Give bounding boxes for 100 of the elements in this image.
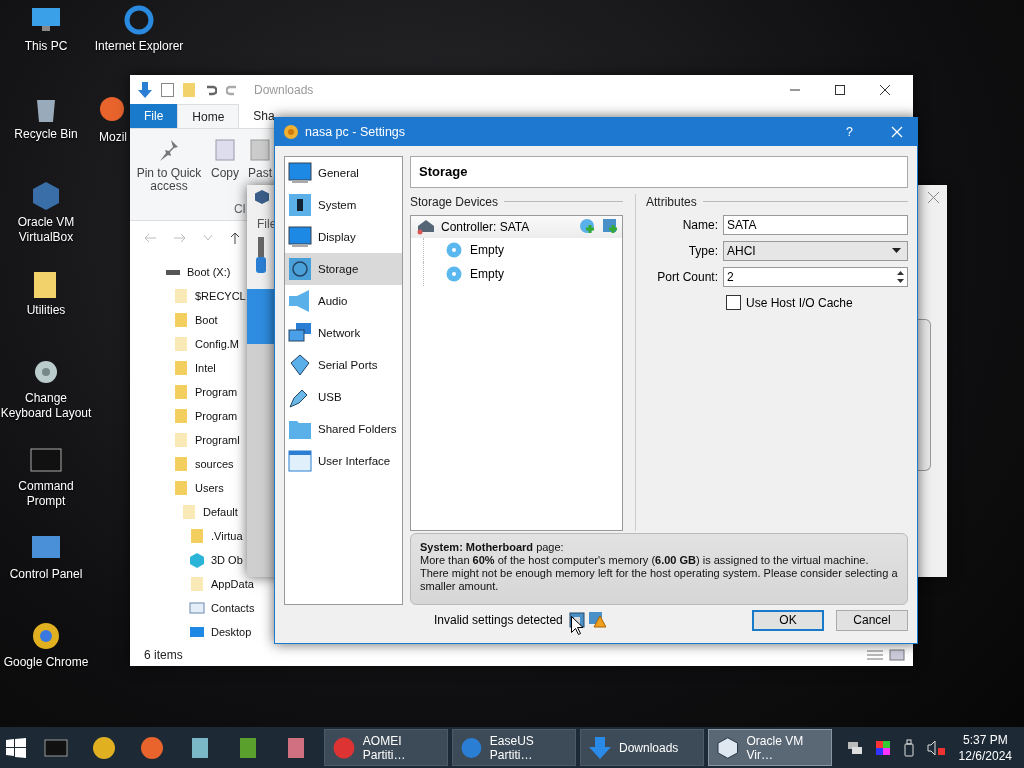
page-title: Storage [410, 156, 908, 188]
download-arrow-icon[interactable] [138, 81, 152, 98]
monitor-icon [288, 161, 312, 185]
type-dropdown[interactable]: AHCI [723, 240, 908, 261]
status-text: Invalid settings detected [434, 613, 563, 627]
desktop-icon-label[interactable]: Recycle Bin [14, 127, 78, 142]
section-item[interactable]: User Interface [285, 445, 402, 477]
tree-item[interactable]: Contacts [211, 602, 255, 615]
name-field[interactable]: SATA [723, 214, 908, 235]
tree-item[interactable]: Empty [470, 266, 504, 281]
cube-icon [255, 190, 269, 204]
windows-logo-icon[interactable] [6, 737, 26, 758]
tree-item[interactable]: Program [195, 386, 238, 399]
disc-icon [446, 241, 462, 258]
ribbon-button[interactable]: Pin to Quick access [134, 138, 204, 193]
desktop-icon-label[interactable]: This PC [24, 39, 68, 54]
undo-icon[interactable] [204, 83, 217, 96]
taskbar-button[interactable]: Oracle VM Vir… [708, 729, 832, 766]
section-item[interactable]: General [285, 157, 402, 189]
taskbar-button[interactable]: Downloads [580, 729, 704, 766]
clipboard-icon [250, 138, 270, 161]
maximize-icon[interactable] [834, 83, 846, 96]
desktop-icon-label[interactable]: Utilities [26, 303, 66, 318]
section-item[interactable]: Shared Folders [285, 413, 402, 445]
window-title: Downloads [254, 82, 314, 97]
spin-arrows-icon [896, 268, 905, 285]
up-arrow-icon[interactable] [230, 231, 240, 244]
copy-icon [215, 138, 235, 161]
cursor-icon [570, 616, 583, 635]
tree-item[interactable]: sources [195, 458, 234, 471]
monitor-icon [288, 225, 312, 249]
color-palette-icon[interactable] [874, 739, 891, 756]
group-label: Attributes [646, 194, 697, 209]
desktop-icon-label[interactable]: Oracle VM VirtualBox [0, 215, 92, 245]
pin-icon [159, 138, 179, 161]
window-icon [288, 449, 312, 473]
desktop-icon-label[interactable]: Change Keyboard Layout [0, 391, 92, 421]
usb-drive-icon[interactable] [902, 738, 915, 757]
port-count-spinbox[interactable]: 2 [723, 266, 908, 287]
message-heading: System: Motherboard page: [420, 541, 565, 555]
checkbox[interactable] [726, 295, 741, 311]
clock-time[interactable]: 5:37 PM [962, 731, 1008, 748]
desktop-icon-label[interactable]: Command Prompt [0, 479, 92, 509]
controller-icon [417, 218, 435, 235]
cube-icon[interactable] [30, 180, 62, 212]
tree-item[interactable]: AppData [211, 578, 254, 591]
tree-item[interactable]: Config.M [195, 338, 240, 351]
tree-item[interactable]: Desktop [211, 626, 252, 639]
tree-item[interactable]: Programl [195, 434, 240, 447]
tree-item[interactable]: 3D Ob [211, 554, 243, 567]
ribbon-button[interactable]: Past [248, 138, 272, 180]
close-icon[interactable] [879, 83, 891, 96]
section-item[interactable]: Serial Ports [285, 349, 402, 381]
ribbon-tab[interactable]: File [130, 104, 178, 128]
warning-triangle-icon[interactable] [588, 612, 606, 628]
desktop-icon-label[interactable]: Control Panel [9, 567, 83, 582]
desktop-icon-label[interactable]: Mozil [99, 130, 127, 145]
section-item[interactable]: Storage [285, 253, 402, 285]
ribbon-group-label: Cl [234, 201, 246, 216]
dialog-button[interactable]: Cancel [836, 609, 908, 631]
network-icon [288, 321, 312, 345]
tree-item[interactable]: Default [203, 506, 238, 519]
field-label: Port Count: [656, 269, 718, 284]
large-icons-view-icon[interactable] [889, 649, 905, 662]
help-button[interactable]: ? [846, 125, 853, 139]
section-item[interactable]: Network [285, 317, 402, 349]
ribbon-button[interactable]: Copy [208, 138, 242, 180]
dialog-button[interactable]: OK [752, 609, 824, 631]
section-item[interactable]: USB [285, 381, 402, 413]
tree-item[interactable]: Program [195, 410, 238, 423]
download-arrow-icon [589, 736, 611, 759]
cube-icon [717, 736, 739, 759]
tree-item[interactable]: Empty [470, 242, 504, 257]
tree-item[interactable]: .Virtua [211, 530, 243, 543]
tree-item[interactable]: Boot [195, 314, 218, 327]
taskbar-button[interactable]: EaseUS Partiti… [452, 729, 576, 766]
desktop-icon-label[interactable]: Internet Explorer [94, 39, 184, 54]
field-label: Name: [681, 217, 718, 232]
speaker-icon [288, 289, 312, 313]
port-icon [288, 353, 312, 377]
dropdown-caret-icon [892, 248, 901, 254]
add-optical-drive-icon[interactable] [579, 218, 596, 236]
clock-date[interactable]: 12/6/2024 [958, 747, 1012, 764]
section-item[interactable]: System [285, 189, 402, 221]
section-item[interactable]: Display [285, 221, 402, 253]
status-text: 6 items [144, 648, 183, 663]
disc-icon [446, 265, 462, 282]
speaker-muted-icon[interactable] [926, 739, 945, 756]
section-item[interactable]: Audio [285, 285, 402, 317]
network-icon[interactable] [846, 739, 863, 756]
taskbar-button[interactable]: AOMEI Partiti… [324, 729, 448, 766]
ribbon-tab[interactable]: Home [177, 104, 240, 128]
desktop-icon-label[interactable]: Google Chrome [3, 655, 89, 670]
tree-item[interactable]: $RECYCL [195, 290, 246, 303]
tree-item[interactable]: Boot (X:) [187, 266, 231, 279]
field-label: Type: [687, 243, 718, 258]
tree-item[interactable]: Intel [195, 362, 216, 375]
tree-item[interactable]: Users [195, 482, 224, 495]
checkbox-label[interactable]: Use Host I/O Cache [746, 295, 853, 310]
group-label: Storage Devices [410, 194, 499, 209]
